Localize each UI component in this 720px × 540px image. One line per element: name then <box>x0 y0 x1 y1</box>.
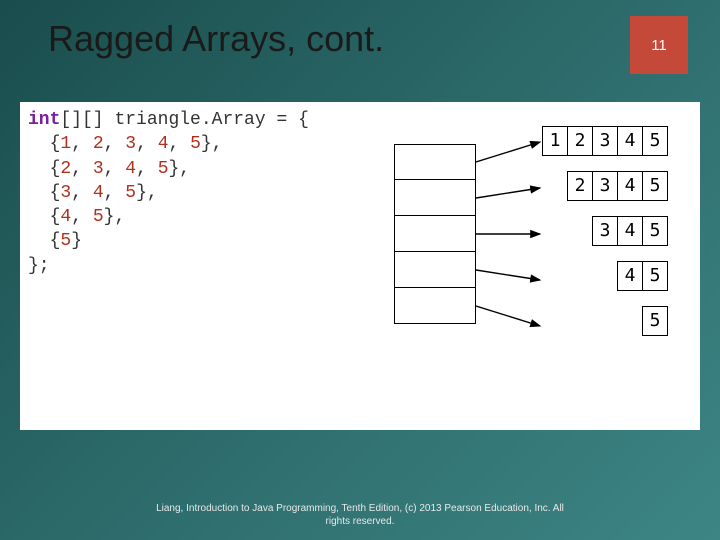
data-cell: 5 <box>642 261 668 291</box>
code-block: int[][] triangle.Array = { {1, 2, 3, 4, … <box>28 108 309 278</box>
data-cell: 4 <box>617 171 643 201</box>
data-row: 12345 <box>542 126 668 156</box>
ref-cell <box>394 252 476 288</box>
ref-cell <box>394 180 476 216</box>
page-number-badge: 11 <box>630 16 688 74</box>
data-cell: 2 <box>567 171 593 201</box>
footer-citation: Liang, Introduction to Java Programming,… <box>0 502 720 528</box>
data-cell: 4 <box>617 216 643 246</box>
ref-cell <box>394 216 476 252</box>
data-row: 45 <box>542 261 668 291</box>
data-cell: 3 <box>592 126 618 156</box>
content-area: int[][] triangle.Array = { {1, 2, 3, 4, … <box>20 102 700 430</box>
data-cell: 4 <box>617 261 643 291</box>
slide-title: Ragged Arrays, cont. <box>48 18 630 60</box>
data-cell: 3 <box>592 171 618 201</box>
data-cell: 2 <box>567 126 593 156</box>
data-cell: 1 <box>542 126 568 156</box>
ref-cell <box>394 144 476 180</box>
ref-cell <box>394 288 476 324</box>
data-cell: 4 <box>617 126 643 156</box>
data-row: 2345 <box>542 171 668 201</box>
reference-array <box>394 144 476 324</box>
data-cell: 5 <box>642 171 668 201</box>
data-row: 345 <box>542 216 668 246</box>
data-row: 5 <box>542 306 668 336</box>
data-cell: 5 <box>642 306 668 336</box>
data-cell: 5 <box>642 216 668 246</box>
data-rows: 123452345345455 <box>542 126 668 351</box>
data-cell: 5 <box>642 126 668 156</box>
data-cell: 3 <box>592 216 618 246</box>
